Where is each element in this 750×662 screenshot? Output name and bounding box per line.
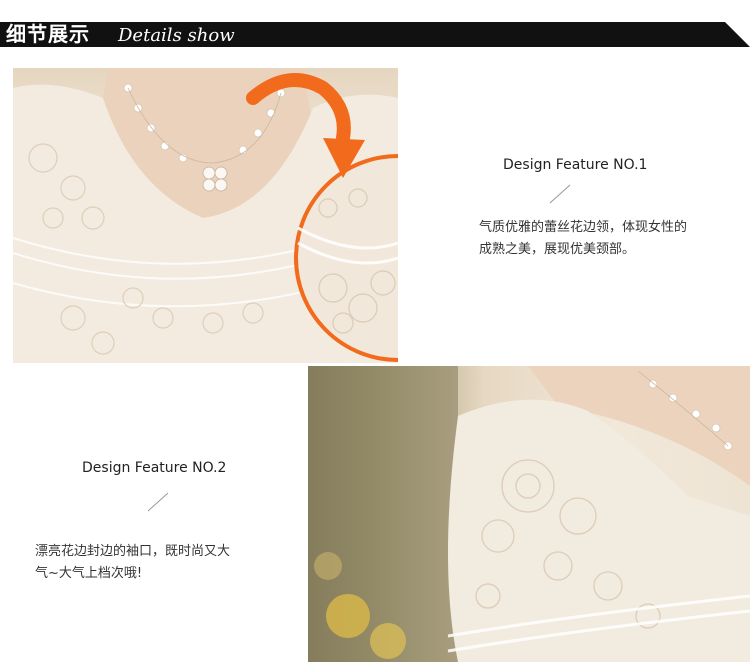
sleeve-photo bbox=[308, 366, 750, 662]
header-title-cn: 细节展示 bbox=[6, 22, 90, 46]
feature-2-text-line2: 气~大气上档次哦! bbox=[35, 566, 143, 581]
feature-1-text: 气质优雅的蕾丝花边领，体现女性的 成熟之美，展现优美颈部。 bbox=[479, 217, 750, 261]
feature-2-text: 漂亮花边封边的袖口，既时尚又大 气~大气上档次哦! bbox=[35, 541, 305, 585]
section-header: 细节展示 Details show bbox=[0, 22, 750, 47]
neckline-illustration bbox=[13, 68, 398, 363]
feature-2-divider bbox=[147, 492, 169, 512]
neckline-photo bbox=[13, 68, 398, 363]
header-title-en: Details show bbox=[118, 25, 235, 46]
feature-1-text-line2: 成熟之美，展现优美颈部。 bbox=[479, 242, 636, 257]
feature-2-text-line1: 漂亮花边封边的袖口，既时尚又大 bbox=[35, 544, 231, 559]
sleeve-illustration bbox=[308, 366, 750, 662]
feature-1-title: Design Feature NO.1 bbox=[503, 157, 648, 173]
feature-1-text-line1: 气质优雅的蕾丝花边领，体现女性的 bbox=[479, 220, 688, 235]
feature-1-divider bbox=[549, 184, 571, 204]
header-notch bbox=[725, 22, 750, 47]
feature-2-title: Design Feature NO.2 bbox=[82, 460, 227, 476]
